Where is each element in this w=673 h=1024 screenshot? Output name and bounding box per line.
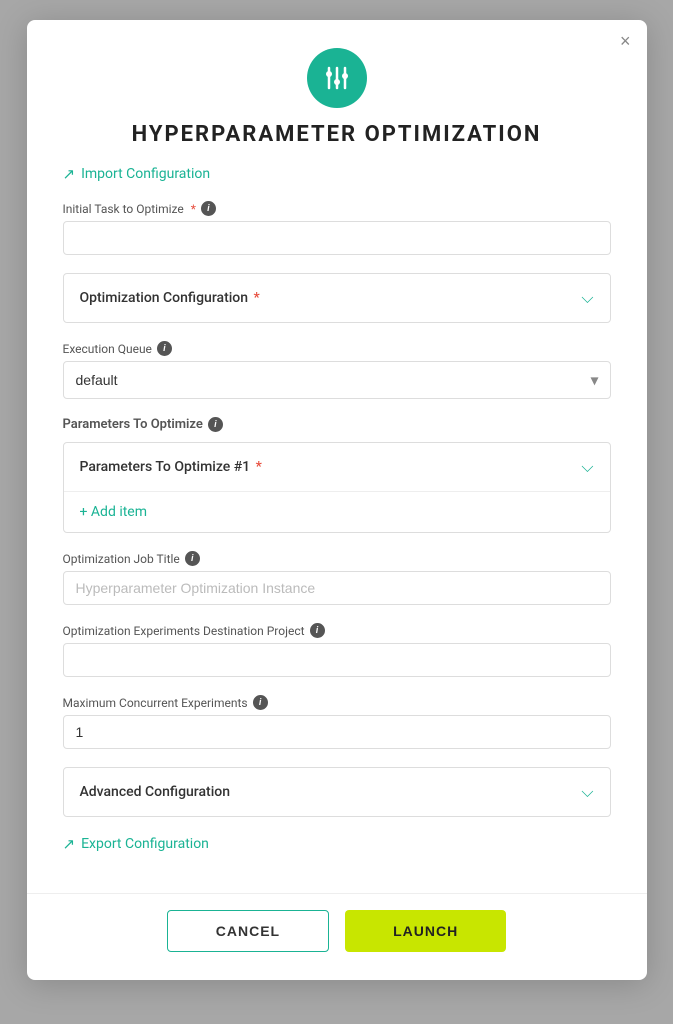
- execution-queue-label: Execution Queue i: [63, 341, 611, 356]
- execution-queue-select-wrapper: default ▾: [63, 361, 611, 399]
- cancel-button[interactable]: CANCEL: [167, 910, 329, 952]
- optimization-config-label: Optimization Configuration *: [80, 290, 260, 306]
- optimization-config-header[interactable]: Optimization Configuration * ⌵: [64, 274, 610, 322]
- execution-queue-select[interactable]: default: [63, 361, 611, 399]
- initial-task-label: Initial Task to Optimize * i: [63, 201, 611, 216]
- export-link-label: Export Configuration: [81, 836, 209, 852]
- params-sub-panel-1: Parameters To Optimize #1 * ⌵: [64, 443, 610, 492]
- modal-header: HYPERPARAMETER OPTIMIZATION: [27, 20, 647, 165]
- initial-task-field: Initial Task to Optimize * i: [63, 201, 611, 255]
- optimization-job-title-info-icon: i: [185, 551, 200, 566]
- params-container: Parameters To Optimize #1 * ⌵ + Add item: [63, 442, 611, 533]
- import-link-label: Import Configuration: [81, 166, 210, 182]
- max-concurrent-info-icon: i: [253, 695, 268, 710]
- advanced-config-label: Advanced Configuration: [80, 784, 231, 800]
- destination-project-label: Optimization Experiments Destination Pro…: [63, 623, 611, 638]
- optimization-job-title-field: Optimization Job Title i: [63, 551, 611, 605]
- destination-project-input[interactable]: [63, 643, 611, 677]
- export-link-icon: ↗: [63, 835, 76, 853]
- max-concurrent-field: Maximum Concurrent Experiments i: [63, 695, 611, 749]
- advanced-config-header[interactable]: Advanced Configuration ⌵: [64, 768, 610, 816]
- params-sub-label-1: Parameters To Optimize #1 *: [80, 459, 262, 475]
- import-link-icon: ↗: [63, 165, 76, 183]
- import-configuration-link[interactable]: ↗ Import Configuration: [63, 165, 611, 183]
- initial-task-info-icon: i: [201, 201, 216, 216]
- advanced-config-panel: Advanced Configuration ⌵: [63, 767, 611, 817]
- params-info-icon: i: [208, 417, 223, 432]
- params-to-optimize-section: Parameters To Optimize i Parameters To O…: [63, 417, 611, 533]
- execution-queue-info-icon: i: [157, 341, 172, 356]
- modal-overlay: × HYPERPARAMETER OPTIMIZATION ↗ Import C…: [0, 0, 673, 1024]
- sliders-icon: [321, 62, 353, 94]
- execution-queue-field: Execution Queue i default ▾: [63, 341, 611, 399]
- export-configuration-link[interactable]: ↗ Export Configuration: [63, 835, 611, 853]
- params-to-optimize-label: Parameters To Optimize i: [63, 417, 611, 432]
- max-concurrent-label: Maximum Concurrent Experiments i: [63, 695, 611, 710]
- close-button[interactable]: ×: [620, 32, 631, 50]
- modal-footer: CANCEL LAUNCH: [27, 893, 647, 980]
- modal-body: ↗ Import Configuration Initial Task to O…: [27, 165, 647, 893]
- max-concurrent-input[interactable]: [63, 715, 611, 749]
- optimization-job-title-input[interactable]: [63, 571, 611, 605]
- destination-project-field: Optimization Experiments Destination Pro…: [63, 623, 611, 677]
- modal-title: HYPERPARAMETER OPTIMIZATION: [132, 122, 542, 147]
- optimization-job-title-label: Optimization Job Title i: [63, 551, 611, 566]
- params-sub-chevron-1: ⌵: [581, 457, 593, 477]
- modal-container: × HYPERPARAMETER OPTIMIZATION ↗ Import C…: [27, 20, 647, 980]
- launch-button[interactable]: LAUNCH: [345, 910, 506, 952]
- advanced-config-chevron: ⌵: [581, 782, 593, 802]
- header-icon-circle: [307, 48, 367, 108]
- add-item-label: + Add item: [80, 504, 148, 520]
- params-sub-header-1[interactable]: Parameters To Optimize #1 * ⌵: [64, 443, 610, 491]
- initial-task-input[interactable]: [63, 221, 611, 255]
- add-item-button[interactable]: + Add item: [64, 492, 610, 532]
- optimization-config-chevron: ⌵: [581, 288, 593, 308]
- optimization-config-panel: Optimization Configuration * ⌵: [63, 273, 611, 323]
- destination-project-info-icon: i: [310, 623, 325, 638]
